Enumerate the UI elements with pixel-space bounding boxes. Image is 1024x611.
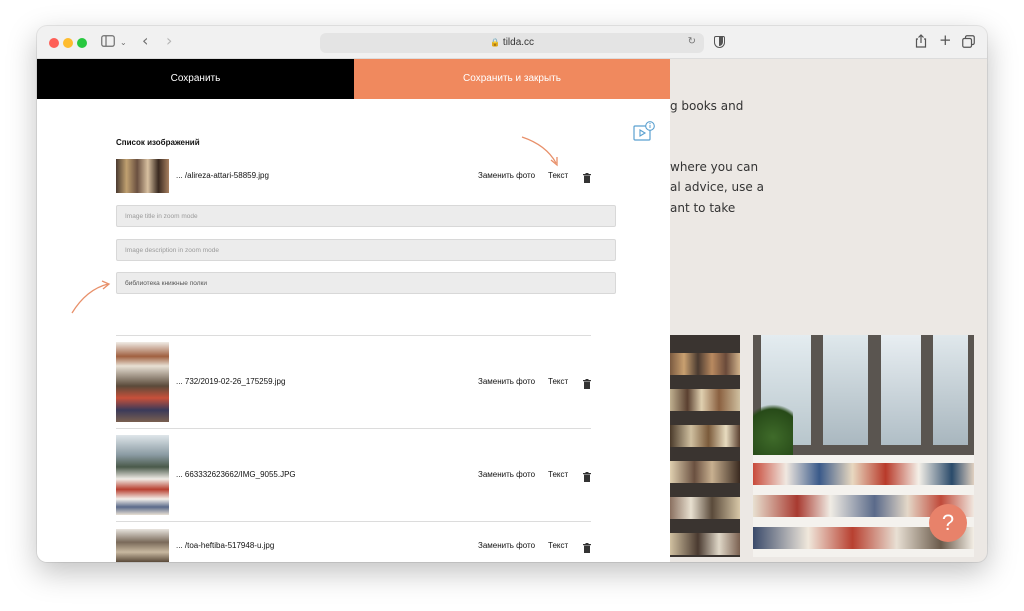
trash-icon[interactable] <box>583 376 591 389</box>
minimize-window-button[interactable] <box>63 38 73 48</box>
lock-icon: 🔒 <box>489 38 500 47</box>
page-text-line: where you can <box>670 160 759 174</box>
tab-overview-icon[interactable] <box>962 35 975 52</box>
image-thumbnail[interactable] <box>116 435 169 515</box>
replace-photo-button[interactable]: Заменить фото <box>478 377 535 386</box>
page-text-line: ant to take <box>670 201 736 215</box>
sidebar-toggle-icon[interactable] <box>101 35 115 51</box>
image-description-field[interactable] <box>116 239 616 261</box>
image-alt-field[interactable] <box>116 272 616 294</box>
help-button[interactable]: ? <box>929 504 967 542</box>
new-tab-icon[interactable]: + <box>939 33 952 48</box>
replace-photo-button[interactable]: Заменить фото <box>478 171 535 180</box>
image-filename: ... /alireza-attari-58859.jpg <box>176 171 269 180</box>
replace-photo-button[interactable]: Заменить фото <box>478 470 535 479</box>
text-button[interactable]: Текст <box>548 541 568 550</box>
text-button[interactable]: Текст <box>548 377 568 386</box>
replace-photo-button[interactable]: Заменить фото <box>478 541 535 550</box>
trash-icon[interactable] <box>583 469 591 482</box>
image-filename: ... 663332623662/IMG_9055.JPG <box>176 470 296 479</box>
image-thumbnail[interactable] <box>116 159 169 193</box>
divider <box>116 428 591 429</box>
image-list-title: Список изображений <box>116 138 200 147</box>
page-text-line: al advice, use a <box>670 180 764 194</box>
divider <box>116 335 591 336</box>
back-icon[interactable]: ‹ <box>142 33 148 49</box>
chevron-down-icon[interactable]: ⌄ <box>120 36 127 50</box>
reload-icon[interactable]: ↻ <box>688 36 696 47</box>
image-filename: ... 732/2019-02-26_175259.jpg <box>176 377 286 386</box>
address-url: tilda.cc <box>502 37 535 48</box>
image-thumbnail[interactable] <box>116 342 169 422</box>
privacy-shield-icon[interactable] <box>714 36 725 48</box>
image-filename: ... /toa-heftiba-517948-u.jpg <box>176 541 275 550</box>
zoom-window-button[interactable] <box>77 38 87 48</box>
trash-icon[interactable] <box>583 540 591 553</box>
video-help-icon[interactable] <box>633 121 655 141</box>
page-text-line: g books and <box>670 99 744 113</box>
save-and-close-button[interactable]: Сохранить и закрыть <box>354 59 670 99</box>
browser-toolbar: ⌄ ‹ › 🔒 tilda.cc ↻ + <box>37 26 987 59</box>
divider <box>116 521 591 522</box>
share-icon[interactable] <box>915 34 927 52</box>
forward-icon[interactable]: › <box>166 33 172 49</box>
image-editor-panel: Сохранить Сохранить и закрыть Список изо… <box>37 59 670 562</box>
browser-window: ⌄ ‹ › 🔒 tilda.cc ↻ + g books and where yo… <box>37 26 987 562</box>
trash-icon[interactable] <box>583 170 591 183</box>
image-thumbnail[interactable] <box>116 529 169 562</box>
close-window-button[interactable] <box>49 38 59 48</box>
text-button[interactable]: Текст <box>548 470 568 479</box>
image-title-field[interactable] <box>116 205 616 227</box>
text-button[interactable]: Текст <box>548 171 568 180</box>
library-photo-left <box>670 335 740 557</box>
save-button[interactable]: Сохранить <box>37 59 354 99</box>
address-bar[interactable]: 🔒 tilda.cc ↻ <box>320 33 704 53</box>
